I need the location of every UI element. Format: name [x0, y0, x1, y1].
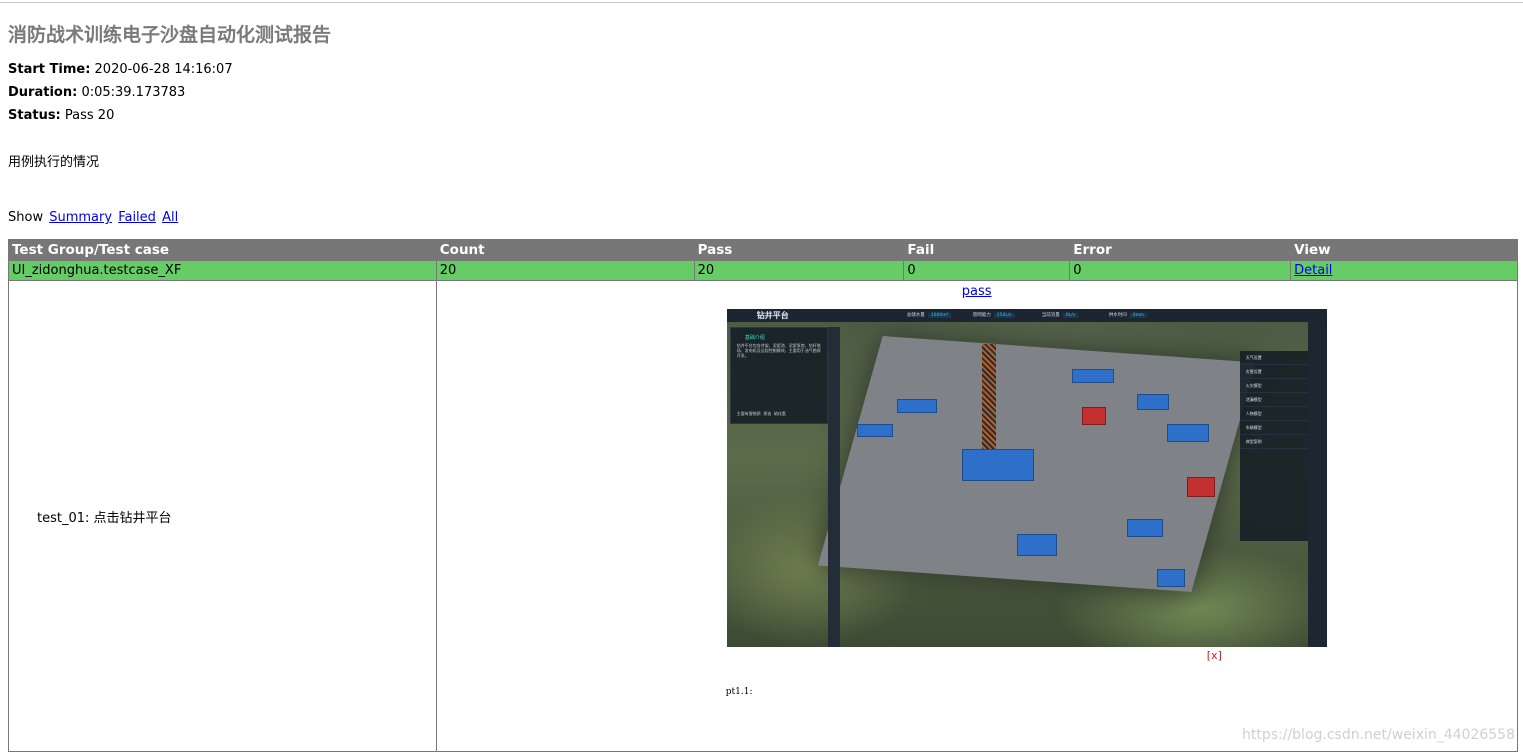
- settings-item: 火灾模型: [1239, 379, 1308, 393]
- stat-label: 当前流量: [1041, 313, 1060, 318]
- hazard-crude: 原油: [763, 411, 772, 416]
- stat-label: 供水时间: [1108, 313, 1127, 318]
- duration-value: 0:05:39.173783: [81, 85, 186, 100]
- start-time-value: 2020-06-28 14:16:07: [94, 62, 233, 77]
- filter-all-link[interactable]: All: [162, 210, 178, 225]
- filter-bar: Show Summary Failed All: [8, 210, 178, 225]
- container-block: [1071, 369, 1114, 383]
- case-name: test_01: 点击钻井平台: [8, 280, 437, 752]
- header-view: View: [1290, 239, 1518, 261]
- detail-link[interactable]: Detail: [1294, 263, 1332, 278]
- red-equipment: [1081, 407, 1106, 425]
- filter-summary-link[interactable]: Summary: [49, 210, 112, 225]
- stat-value: 0min: [1129, 313, 1148, 318]
- status-label: Status:: [8, 108, 61, 123]
- container-block: [1156, 569, 1185, 587]
- settings-item: 典型案例: [1239, 435, 1308, 449]
- hazard-h2s: 硫化氢: [773, 411, 786, 416]
- result-table: Test Group/Test case Count Pass Fail Err…: [8, 239, 1519, 752]
- case-detail: pass 钻井平台 总储水量 1000m³ 管网能力 250L/s 当前流量 0…: [435, 280, 1519, 752]
- duration-label: Duration:: [8, 85, 78, 100]
- settings-item: 车辆模型: [1239, 421, 1308, 435]
- red-equipment: [1186, 477, 1215, 497]
- header-pass: Pass: [693, 239, 905, 261]
- filter-failed-link[interactable]: Failed: [118, 210, 156, 225]
- container-block: [1126, 519, 1163, 537]
- settings-item: 灾害设置: [1239, 365, 1308, 379]
- container-block: [1016, 534, 1057, 556]
- stat-water: 总储水量 1000m³: [907, 312, 952, 318]
- settings-item: 泄漏模型: [1239, 393, 1308, 407]
- group-fail: 0: [903, 260, 1071, 281]
- collapse-strip: [827, 327, 840, 647]
- group-pass: 20: [693, 260, 905, 281]
- header-error: Error: [1069, 239, 1292, 261]
- intro-panel-text: 钻井平台包含井架、泥浆池、泥浆泵房、钻杆堆场、发电机及远程控制模块，主要用于油气…: [736, 343, 821, 358]
- container-block: [896, 399, 937, 413]
- close-screenshot-link[interactable]: [x]: [1207, 649, 1222, 662]
- case-log: pt1.1:: [725, 687, 753, 697]
- duration-row: Duration: 0:05:39.173783: [8, 85, 185, 101]
- case-screenshot: 钻井平台 总储水量 1000m³ 管网能力 250L/s 当前流量 0L/s 供水时间…: [726, 309, 1327, 647]
- settings-item: 天气设置: [1239, 351, 1308, 365]
- stat-time: 供水时间 0min: [1108, 312, 1148, 318]
- stat-label: 总储水量: [906, 313, 925, 318]
- table-row: UI_zidonghua.testcase_XF 20 20 0 0 Detai…: [8, 260, 1518, 281]
- drilling-rig: [981, 344, 996, 464]
- header-count: Count: [435, 239, 695, 261]
- container-block: [1136, 394, 1169, 410]
- stat-capacity: 管网能力 250L/s: [973, 312, 1015, 318]
- stat-flow: 当前流量 0L/s: [1042, 312, 1078, 318]
- intro-panel-title: 基础介绍: [744, 335, 765, 341]
- container-block: [961, 449, 1034, 481]
- table-row: test_01: 点击钻井平台 pass 钻井平台 总储水量 1000m³ 管网…: [8, 280, 1519, 752]
- settings-panel: 天气设置 灾害设置 火灾模型 泄漏模型 人物模型 车辆模型 典型案例: [1239, 351, 1308, 541]
- container-block: [856, 424, 893, 437]
- intro-panel: 基础介绍 钻井平台包含井架、泥浆池、泥浆泵房、钻杆堆场、发电机及远程控制模块，主…: [729, 327, 828, 424]
- report-title: 消防战术训练电子沙盘自动化测试报告: [8, 24, 332, 46]
- app-topbar: 钻井平台 总储水量 1000m³ 管网能力 250L/s 当前流量 0L/s 供水时间…: [726, 309, 1327, 322]
- group-name: UI_zidonghua.testcase_XF: [8, 260, 437, 281]
- status-row: Status: Pass 20: [8, 108, 114, 124]
- hazard-heading: 主要有害物质: [736, 411, 761, 416]
- settings-item: 人物模型: [1239, 407, 1308, 421]
- hazard-tabs: 主要有害物质 原油 硫化氢: [737, 411, 786, 417]
- table-header-row: Test Group/Test case Count Pass Fail Err…: [8, 239, 1518, 261]
- group-error: 0: [1069, 260, 1292, 281]
- stat-label: 管网能力: [972, 313, 991, 318]
- header-fail: Fail: [903, 239, 1071, 261]
- watermark: https://blog.csdn.net/weixin_44026558: [1241, 727, 1515, 743]
- status-value: Pass 20: [64, 108, 115, 123]
- report-description: 用例执行的情况: [8, 155, 100, 170]
- header-test-group: Test Group/Test case: [8, 239, 437, 261]
- stat-value: 1000m³: [927, 313, 952, 318]
- start-time-label: Start Time:: [8, 62, 91, 77]
- stat-value: 0L/s: [1062, 313, 1078, 318]
- case-status-link[interactable]: pass: [962, 284, 992, 299]
- filter-label: Show: [8, 210, 44, 225]
- start-time-row: Start Time: 2020-06-28 14:16:07: [8, 62, 233, 78]
- right-toolbar: [1307, 322, 1327, 647]
- top-divider: [0, 2, 1523, 3]
- app-title: 钻井平台: [756, 311, 789, 320]
- stat-value: 250L/s: [993, 313, 1015, 318]
- container-block: [1166, 424, 1209, 442]
- group-count: 20: [435, 260, 695, 281]
